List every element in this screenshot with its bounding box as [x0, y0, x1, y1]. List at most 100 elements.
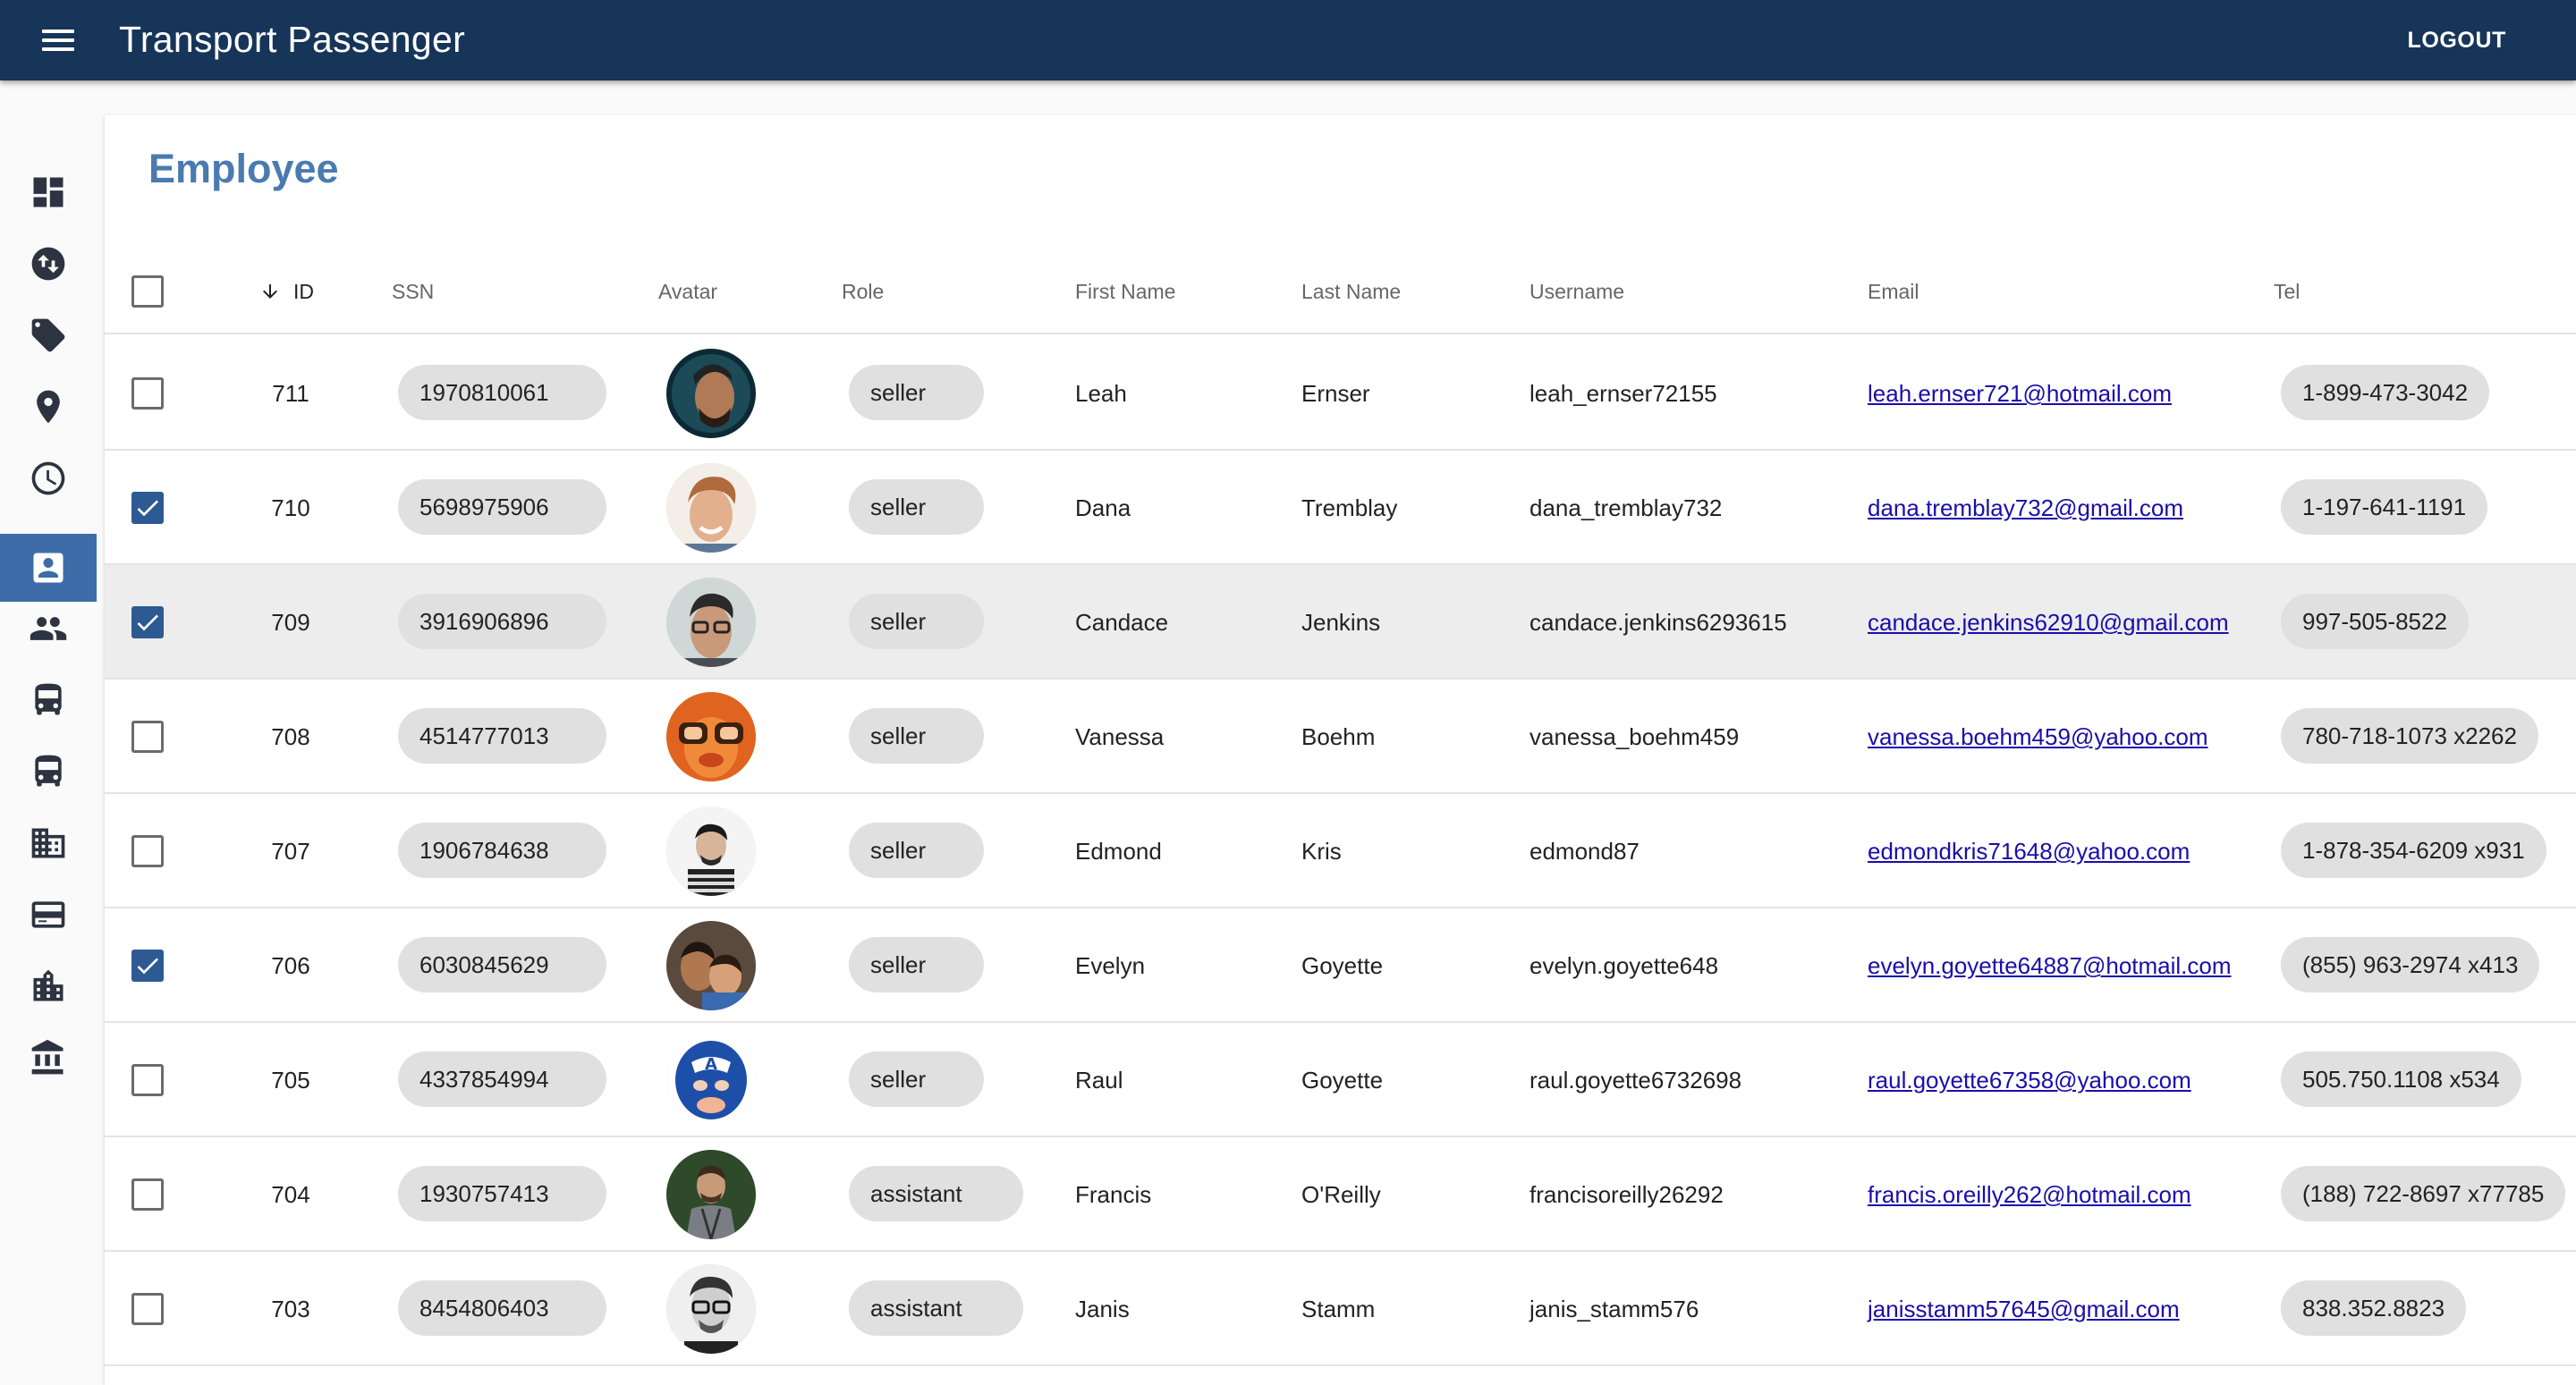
sidebar-item-tags[interactable]	[0, 301, 97, 369]
email-link[interactable]: dana.tremblay732@gmail.com	[1868, 451, 2183, 565]
sidebar-item-tickets[interactable]	[0, 881, 97, 949]
ssn-chip[interactable]: 4514777013	[398, 708, 606, 764]
row-checkbox[interactable]	[131, 1064, 164, 1096]
column-header-tel[interactable]: Tel	[2274, 249, 2300, 334]
email-link[interactable]: vanessa.boehm459@yahoo.com	[1868, 680, 2208, 794]
role-chip[interactable]: assistant	[849, 1280, 1023, 1336]
logout-button[interactable]: LOGOUT	[2393, 18, 2521, 63]
tel-chip[interactable]: 838.352.8823	[2281, 1280, 2467, 1336]
sidebar-item-employees[interactable]	[0, 534, 97, 602]
cell-last-name: O'Reilly	[1301, 1181, 1381, 1208]
cell-first-name: Janis	[1075, 1296, 1130, 1322]
tel-chip[interactable]: 997-505-8522	[2281, 594, 2469, 649]
sidebar-item-transfers[interactable]	[0, 230, 97, 298]
email-link[interactable]: janisstamm57645@gmail.com	[1868, 1252, 2180, 1366]
tel-chip[interactable]: 1-878-354-6209 x931	[2281, 823, 2546, 878]
row-checkbox[interactable]	[131, 377, 164, 410]
table-row[interactable]: 706 6030845629 seller Evelyn Goyette eve…	[105, 908, 2576, 1023]
ssn-chip[interactable]: 1970810061	[398, 365, 606, 420]
cell-username: candace.jenkins6293615	[1530, 609, 1787, 636]
column-header-id-label: ID	[293, 280, 314, 303]
column-header-first-name[interactable]: First Name	[1075, 249, 1175, 334]
row-checkbox[interactable]	[131, 492, 164, 524]
row-checkbox[interactable]	[131, 606, 164, 638]
cell-username: dana_tremblay732	[1530, 494, 1723, 521]
table-row[interactable]: 704 1930757413 assistant Francis O'Reill…	[105, 1137, 2576, 1252]
tel-chip[interactable]: 505.750.1108 x534	[2281, 1051, 2521, 1107]
sidebar-item-schedule[interactable]	[0, 444, 97, 512]
email-link[interactable]: evelyn.goyette64887@hotmail.com	[1868, 908, 2232, 1023]
cell-last-name: Boehm	[1301, 723, 1376, 750]
table-row[interactable]: 708 4514777013 seller Vanessa Boehm vane…	[105, 680, 2576, 794]
tel-chip[interactable]: 1-197-641-1191	[2281, 479, 2488, 535]
cell-username: raul.goyette6732698	[1530, 1067, 1742, 1094]
avatar	[666, 692, 756, 781]
column-header-username[interactable]: Username	[1530, 249, 1624, 334]
ssn-chip[interactable]: 3916906896	[398, 594, 606, 649]
cell-first-name: Candace	[1075, 609, 1169, 636]
email-link[interactable]: francis.oreilly262@hotmail.com	[1868, 1137, 2191, 1252]
column-header-id[interactable]: ID	[259, 249, 314, 334]
ssn-chip[interactable]: 6030845629	[398, 937, 606, 992]
email-link[interactable]: edmondkris71648@yahoo.com	[1868, 794, 2190, 908]
cell-first-name: Vanessa	[1075, 723, 1165, 750]
ssn-chip[interactable]: 8454806403	[398, 1280, 606, 1336]
row-checkbox[interactable]	[131, 721, 164, 753]
row-checkbox[interactable]	[131, 835, 164, 867]
column-header-role[interactable]: Role	[842, 249, 884, 334]
table-row[interactable]: 707 1906784638 seller Edmond Kris edmond…	[105, 794, 2576, 908]
table-row[interactable]: 710 5698975906 seller Dana Tremblay dana…	[105, 451, 2576, 565]
role-chip[interactable]: seller	[849, 1051, 984, 1107]
ssn-chip[interactable]: 1930757413	[398, 1166, 606, 1221]
table-row[interactable]: 709 3916906896 seller Candace Jenkins ca…	[105, 565, 2576, 680]
sidebar-item-banks[interactable]	[0, 1024, 97, 1092]
svg-text:A: A	[705, 1055, 717, 1074]
role-chip[interactable]: assistant	[849, 1166, 1023, 1221]
tag-icon	[31, 318, 65, 352]
cell-username: vanessa_boehm459	[1530, 723, 1740, 750]
column-header-ssn[interactable]: SSN	[392, 249, 434, 334]
ssn-chip[interactable]: 5698975906	[398, 479, 606, 535]
sidebar-item-buses[interactable]	[0, 738, 97, 806]
sidebar-item-cities[interactable]	[0, 952, 97, 1020]
sidebar-item-passengers[interactable]	[0, 595, 97, 663]
avatar: A	[666, 1035, 756, 1125]
role-chip[interactable]: seller	[849, 365, 984, 420]
cell-username: evelyn.goyette648	[1530, 952, 1719, 979]
row-checkbox[interactable]	[131, 1178, 164, 1211]
sidebar-item-companies[interactable]	[0, 809, 97, 877]
email-link[interactable]: raul.goyette67358@yahoo.com	[1868, 1023, 2191, 1137]
tel-chip[interactable]: (188) 722-8697 x77785	[2281, 1166, 2566, 1221]
sidebar-item-locations[interactable]	[0, 373, 97, 441]
role-chip[interactable]: seller	[849, 823, 984, 878]
building-icon	[31, 828, 65, 858]
row-checkbox[interactable]	[131, 1293, 164, 1325]
tel-chip[interactable]: (855) 963-2974 x413	[2281, 937, 2540, 992]
column-header-email[interactable]: Email	[1868, 249, 1919, 334]
column-header-last-name[interactable]: Last Name	[1301, 249, 1401, 334]
ssn-chip[interactable]: 4337854994	[398, 1051, 606, 1107]
row-checkbox[interactable]	[131, 950, 164, 982]
table-row[interactable]: 705 4337854994 A seller Raul Goyette rau…	[105, 1023, 2576, 1137]
email-link[interactable]: leah.ernser721@hotmail.com	[1868, 336, 2172, 451]
role-chip[interactable]: seller	[849, 708, 984, 764]
select-all-checkbox[interactable]	[131, 275, 164, 308]
role-chip[interactable]: seller	[849, 937, 984, 992]
sidebar-item-dashboard[interactable]	[0, 158, 97, 226]
tel-chip[interactable]: 780-718-1073 x2262	[2281, 708, 2538, 764]
role-chip[interactable]: seller	[849, 594, 984, 649]
table-row[interactable]: 703 8454806403 assistant Janis Stamm jan…	[105, 1252, 2576, 1366]
city-icon	[33, 969, 64, 1001]
menu-icon[interactable]	[36, 20, 80, 61]
cell-first-name: Dana	[1075, 494, 1131, 521]
cell-first-name: Evelyn	[1075, 952, 1146, 979]
email-link[interactable]: candace.jenkins62910@gmail.com	[1868, 565, 2229, 680]
tel-chip[interactable]: 1-899-473-3042	[2281, 365, 2490, 420]
ssn-chip[interactable]: 1906784638	[398, 823, 606, 878]
role-chip[interactable]: seller	[849, 479, 984, 535]
sidebar-item-vehicles[interactable]	[0, 666, 97, 734]
card-icon	[31, 901, 65, 928]
cell-username: janis_stamm576	[1530, 1296, 1699, 1322]
cell-last-name: Tremblay	[1301, 494, 1398, 521]
table-row[interactable]: 711 1970810061 seller Leah Ernser leah_e…	[105, 336, 2576, 451]
